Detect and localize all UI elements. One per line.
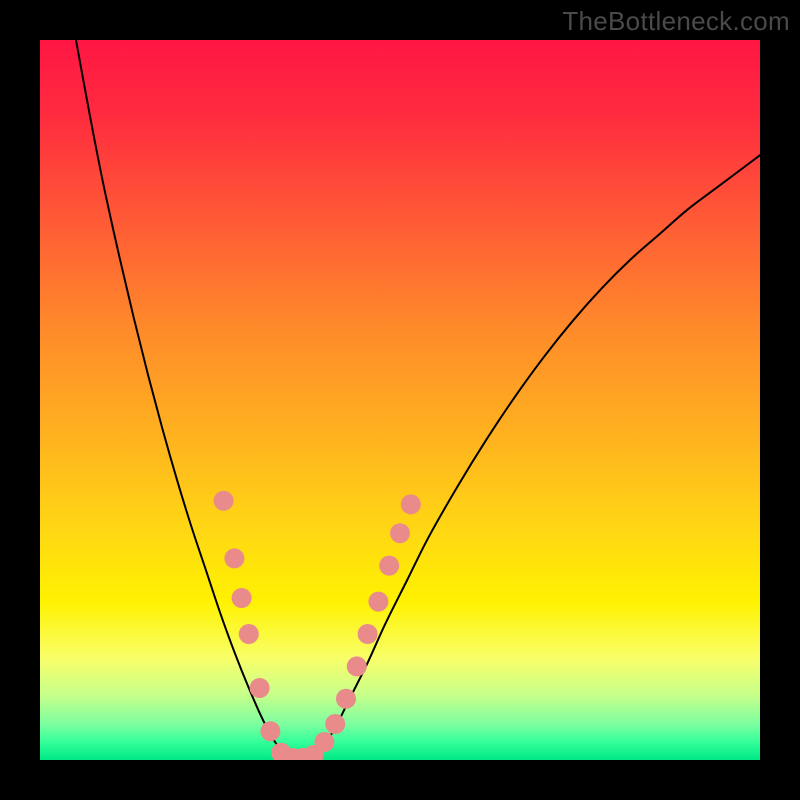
marker-point [232,588,252,608]
marker-point [314,732,334,752]
marker-point [224,548,244,568]
marker-point [214,491,234,511]
marker-point [250,678,270,698]
marker-point [260,721,280,741]
bottleneck-plot [0,0,800,800]
marker-point [336,689,356,709]
marker-point [390,523,410,543]
watermark-text: TheBottleneck.com [562,6,790,37]
marker-point [239,624,259,644]
marker-point [347,656,367,676]
marker-point [368,592,388,612]
marker-point [358,624,378,644]
chart-frame: TheBottleneck.com [0,0,800,800]
marker-point [325,714,345,734]
marker-point [401,494,421,514]
gradient-background [40,40,760,760]
marker-point [379,556,399,576]
